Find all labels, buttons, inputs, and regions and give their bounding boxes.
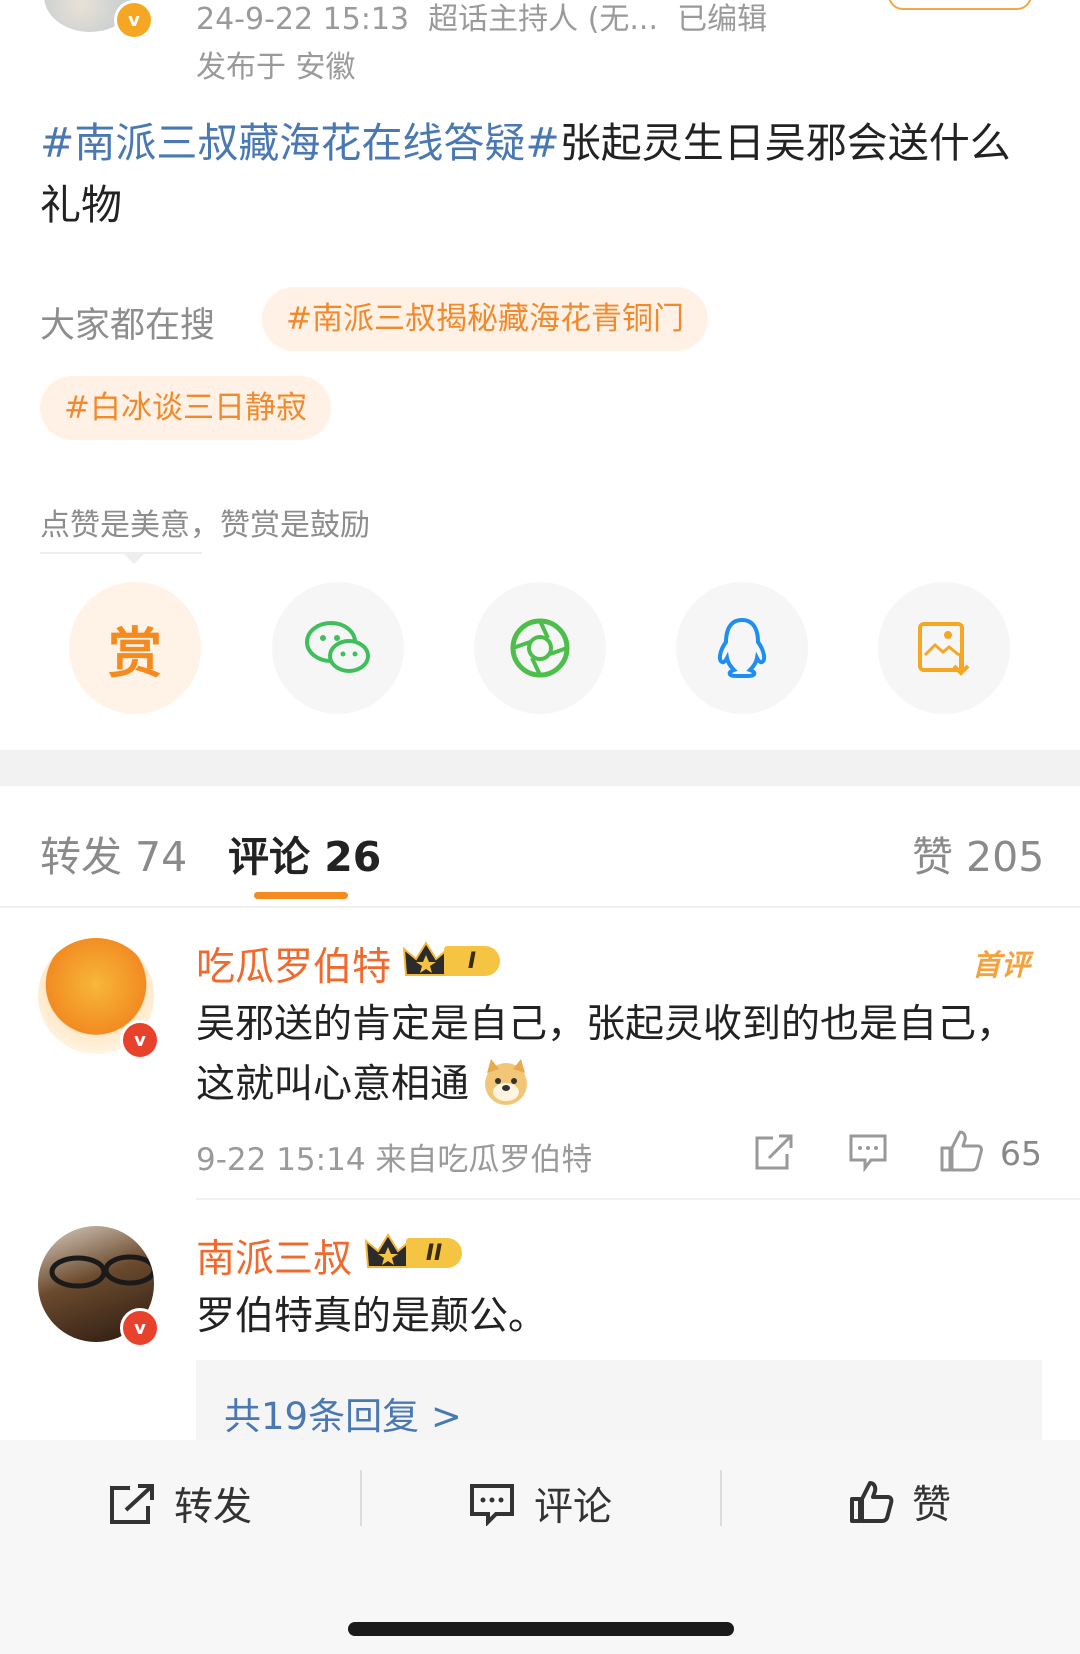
tab-repost[interactable]: 转发 74: [40, 823, 187, 883]
share-qq-button[interactable]: [676, 582, 808, 714]
fan-level: I: [444, 946, 500, 976]
post-meta: 24-9-22 15:13 超话主持人 (无... 已编辑: [196, 2, 768, 37]
share-wechat-button[interactable]: [272, 582, 404, 714]
comment-label: 评论: [534, 1485, 613, 1530]
share-moments-button[interactable]: [474, 582, 606, 714]
like-button[interactable]: 赞: [848, 1474, 951, 1530]
post-location: 发布于 安徽: [196, 50, 356, 85]
like-icon: [850, 1481, 894, 1523]
home-indicator[interactable]: [348, 1622, 734, 1636]
comment-button[interactable]: 评论: [468, 1476, 612, 1532]
tip-pointer: [124, 554, 144, 564]
comment-text: 吴邪送的肯定是自己，张起灵收到的也是自己，这就叫心意相通: [196, 1002, 1016, 1107]
like-label: 赞: [912, 1483, 952, 1528]
comment-text: 罗伯特真的是颠公。: [196, 1294, 548, 1339]
moments-icon: [510, 618, 570, 678]
verified-badge-icon: v: [114, 0, 154, 40]
wechat-icon: [305, 621, 370, 673]
active-tab-indicator: [254, 892, 348, 899]
tabs-divider: [0, 906, 1080, 908]
follow-button[interactable]: [888, 0, 1032, 10]
fan-level-badge: II: [364, 1233, 462, 1273]
verified-badge-icon: v: [120, 1020, 160, 1060]
first-comment-badge: 首评: [972, 948, 1031, 982]
search-chip[interactable]: #白冰谈三日静寂: [40, 376, 331, 440]
reward-tip: 点赞是美意，赞赏是鼓励: [40, 508, 370, 543]
bar-separator: [360, 1470, 362, 1526]
search-chip[interactable]: #南派三叔揭秘藏海花青铜门: [262, 287, 708, 351]
fan-level: II: [406, 1238, 462, 1268]
repost-icon[interactable]: [753, 1132, 795, 1172]
qq-icon: [717, 617, 767, 678]
topic-link[interactable]: #南派三叔藏海花在线答疑#: [40, 119, 560, 167]
save-image-icon: [918, 622, 970, 676]
bar-separator: [720, 1470, 722, 1526]
repost-label: 转发: [174, 1485, 253, 1530]
reward-button[interactable]: 赏: [69, 582, 201, 714]
repost-icon: [110, 1484, 154, 1524]
post-body: #南派三叔藏海花在线答疑#张起灵生日吴邪会送什么礼物: [40, 112, 1040, 236]
comment-icon: [470, 1484, 514, 1526]
view-replies-link[interactable]: 共19条回复 >: [224, 1386, 462, 1440]
comment-divider: [196, 1198, 1080, 1200]
repost-button[interactable]: 转发: [108, 1476, 252, 1532]
save-image-button[interactable]: [878, 582, 1010, 714]
crown-icon: [402, 941, 450, 976]
tab-comments[interactable]: 评论 26: [228, 823, 381, 883]
comment-meta: 9-22 15:14 来自吃瓜罗伯特: [196, 1142, 593, 1178]
fan-level-badge: I: [402, 941, 500, 981]
doge-emoji-icon: [485, 1059, 528, 1105]
tip-divider: [40, 552, 202, 554]
tab-likes[interactable]: 赞 205: [912, 823, 1044, 883]
comment-like-count: 65: [1000, 1134, 1042, 1173]
like-icon[interactable]: [938, 1128, 984, 1174]
verified-badge-icon: v: [120, 1308, 160, 1348]
reward-icon: 赏: [108, 621, 162, 685]
section-divider: [0, 750, 1080, 786]
comment-icon[interactable]: [847, 1132, 889, 1172]
crown-icon: [364, 1233, 412, 1268]
commenter-name[interactable]: 吃瓜罗伯特: [196, 936, 391, 992]
commenter-name[interactable]: 南派三叔: [196, 1228, 352, 1284]
search-label: 大家都在搜: [40, 306, 216, 346]
